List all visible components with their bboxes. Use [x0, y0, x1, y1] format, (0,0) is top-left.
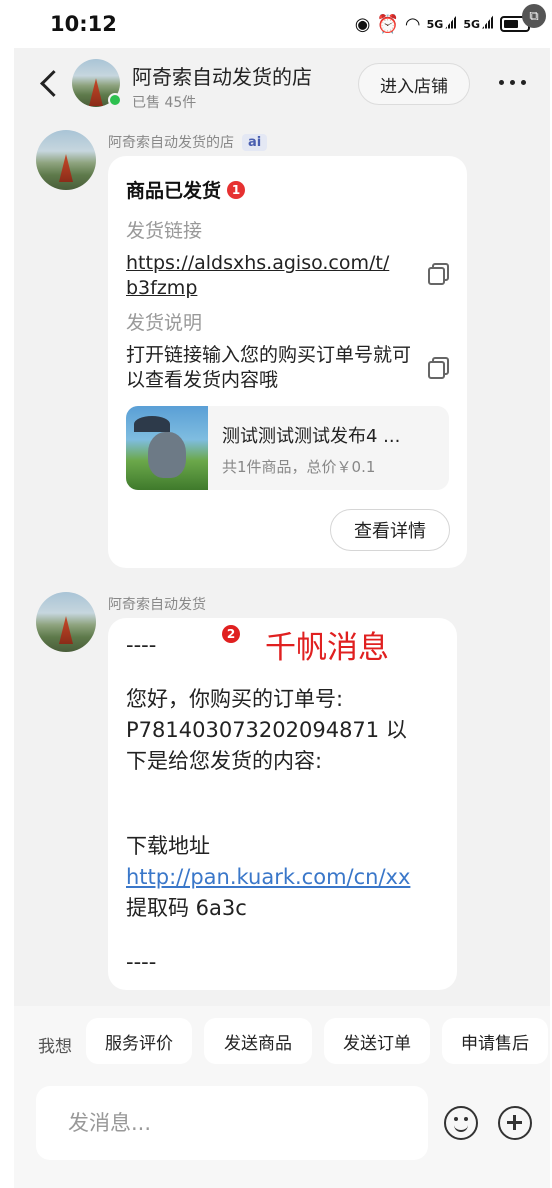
annotation-badge-2: 2 — [222, 625, 240, 643]
shop-name[interactable]: 阿奇索自动发货的店 — [132, 61, 312, 90]
sender-name-2: 阿奇索自动发货 — [108, 597, 206, 613]
back-button[interactable] — [36, 66, 64, 102]
product-thumbnail — [126, 406, 208, 490]
order-number-line: P781403073202094871 以 — [126, 718, 407, 742]
sold-count: 已售 45件 — [132, 95, 197, 111]
alarm-icon: ⏰ — [376, 13, 399, 35]
sender-line-2: 阿奇索自动发货 — [108, 594, 206, 614]
download-label: 下载地址 — [126, 834, 210, 858]
chat-header: 阿奇索自动发货的店 已售 45件 进入店铺 — [14, 48, 550, 120]
enter-shop-button[interactable]: 进入店铺 — [358, 63, 470, 105]
bottom-panel: 我想 服务评价 发送商品 发送订单 申请售后 — [14, 1006, 550, 1188]
copy-link-icon[interactable] — [428, 263, 449, 285]
delivery-note: 打开链接输入您的购买订单号就可以查看发货内容哦 — [126, 344, 412, 391]
product-title: 测试测试测试发布4 ... — [222, 426, 401, 447]
quick-reply-after-sales[interactable]: 申请售后 — [442, 1018, 548, 1064]
shipment-card: 商品已发货 1 发货链接 https://aldsxhs.agiso.com/t… — [108, 156, 467, 568]
wifi-icon: ◠ — [404, 13, 421, 35]
online-status-dot — [108, 93, 122, 107]
left-gutter — [0, 48, 14, 1188]
message-line: 您好，你购买的订单号: — [126, 687, 344, 711]
extract-code: 提取码 6a3c — [126, 896, 247, 920]
chat-screen: 阿奇索自动发货的店 已售 45件 进入店铺 阿奇索自动发货的店 ai 商品已发货… — [14, 48, 550, 1188]
signal-5g-icon-2: 5G — [463, 18, 494, 31]
message-line: 下是给您发货的内容: — [126, 749, 323, 773]
sender-line: 阿奇索自动发货的店 ai — [108, 132, 268, 152]
divider-line-top: ---- — [126, 633, 157, 657]
screenshot-overlay-icon[interactable]: ⧉ — [522, 4, 546, 28]
quick-reply-send-order[interactable]: 发送订单 — [324, 1018, 430, 1064]
product-row[interactable]: 测试测试测试发布4 ... 共1件商品，总价￥0.1 — [126, 406, 449, 490]
card-title-text: 商品已发货 — [126, 180, 222, 202]
delivery-note-label: 发货说明 — [126, 312, 203, 334]
more-options-icon[interactable] — [492, 70, 532, 94]
quick-reply-label: 我想 — [38, 1037, 72, 1057]
delivery-link-label: 发货链接 — [126, 220, 203, 242]
message-input[interactable] — [36, 1086, 428, 1160]
status-time: 10:12 — [50, 12, 117, 36]
signal-5g-icon: 5G — [427, 18, 458, 31]
sender-name: 阿奇索自动发货的店 — [108, 135, 234, 151]
card-title: 商品已发货 1 — [126, 176, 246, 203]
product-summary: 共1件商品，总价￥0.1 — [222, 458, 376, 476]
divider-line-bottom: ---- — [126, 950, 157, 974]
download-link[interactable]: http://pan.kuark.com/cn/xx — [126, 862, 410, 892]
delivery-link[interactable]: https://aldsxhs.agiso.com/t/b3fzmp — [126, 251, 401, 301]
annotation-badge-1: 1 — [227, 180, 246, 199]
status-bar: 10:12 ◉ ⏰ ◠ 5G 5G ⧉ — [0, 0, 552, 48]
emoji-icon[interactable] — [444, 1106, 478, 1140]
sender-avatar-2[interactable] — [36, 592, 96, 652]
quick-reply-service-review[interactable]: 服务评价 — [86, 1018, 192, 1064]
copy-note-icon[interactable] — [428, 357, 449, 379]
annotation-label: 千帆消息 — [265, 630, 389, 666]
delivery-message-bubble: ---- 2 千帆消息 您好，你购买的订单号: P781403073202094… — [108, 618, 457, 990]
quick-reply-send-product[interactable]: 发送商品 — [204, 1018, 312, 1064]
ai-badge: ai — [242, 133, 268, 151]
sender-avatar[interactable] — [36, 130, 96, 190]
hotspot-icon: ◉ — [354, 13, 371, 35]
plus-icon[interactable] — [498, 1106, 532, 1140]
status-icons: ◉ ⏰ ◠ 5G 5G — [354, 11, 533, 37]
view-details-button[interactable]: 查看详情 — [330, 509, 450, 551]
